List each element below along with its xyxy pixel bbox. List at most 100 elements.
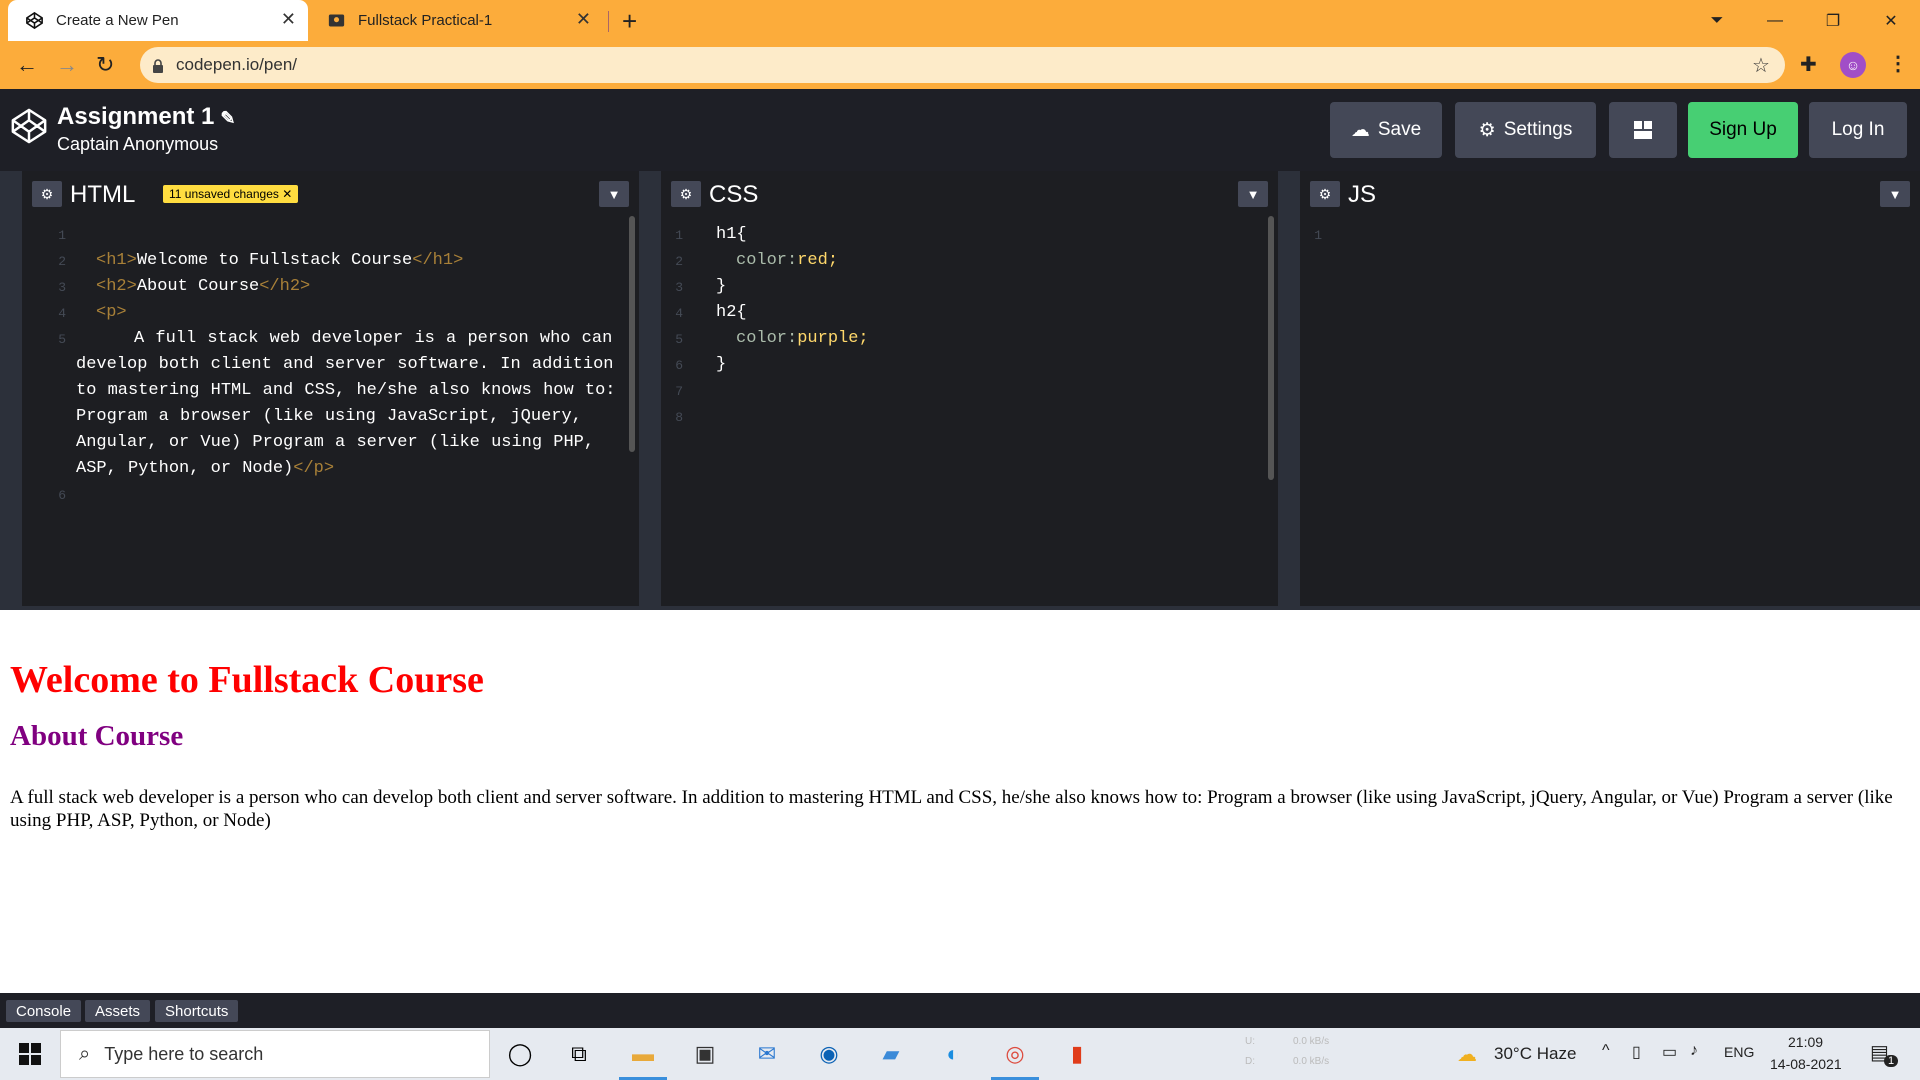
close-window-icon[interactable]: ✕ <box>1862 11 1920 31</box>
browser-menu-icon[interactable]: ⋮ <box>1888 51 1908 76</box>
clock-date[interactable]: 14-08-2021 <box>1770 1056 1842 1072</box>
tab-search-icon[interactable]: ⏷ <box>1688 12 1746 30</box>
pen-title-container[interactable]: Assignment 1 ✎ <box>57 103 235 131</box>
mail-icon[interactable]: ✉ <box>751 1038 783 1070</box>
new-tab-icon[interactable]: + <box>622 6 637 37</box>
net-down-label: D: <box>1245 1056 1255 1067</box>
lock-icon <box>152 58 164 73</box>
line-number: 6 <box>675 358 683 373</box>
preview-pane: Welcome to Fullstack Course About Course… <box>0 628 1920 993</box>
html-editor-scrollbar[interactable] <box>629 216 635 452</box>
edit-pencil-icon[interactable]: ✎ <box>220 108 235 128</box>
battery-icon[interactable]: ▭ <box>1662 1042 1677 1062</box>
chrome-icon[interactable]: ◎ <box>999 1038 1031 1070</box>
css-editor-scrollbar[interactable] <box>1268 216 1274 480</box>
search-placeholder: Type here to search <box>104 1043 264 1064</box>
js-settings-gear-icon[interactable]: ⚙ <box>1310 181 1340 207</box>
preview-heading-2: About Course <box>10 720 184 752</box>
file-explorer-icon[interactable]: ▬ <box>627 1038 659 1070</box>
clock-time[interactable]: 21:09 <box>1788 1034 1823 1050</box>
forward-icon[interactable]: → <box>56 52 78 78</box>
html-code-editor[interactable]: 1 2 3 4 5 6 <h1>Welcome to Fullstack Cou… <box>22 216 639 606</box>
back-icon[interactable]: ← <box>16 52 38 78</box>
close-tab-icon[interactable]: ✕ <box>576 9 591 30</box>
weather-text[interactable]: 30°C Haze <box>1494 1044 1576 1064</box>
taskbar-search-box[interactable]: ⌕ Type here to search <box>60 1030 490 1078</box>
unsaved-changes-badge[interactable]: 11 unsaved changes ✕ <box>163 185 299 203</box>
line-number: 3 <box>675 280 683 295</box>
css-property: color: <box>736 329 798 348</box>
css-settings-gear-icon[interactable]: ⚙ <box>671 181 701 207</box>
extensions-icon[interactable]: ✚ <box>1800 52 1817 77</box>
console-button[interactable]: Console <box>6 1000 82 1022</box>
tab-title: Create a New Pen <box>56 12 179 29</box>
css-code-editor[interactable]: 1 2 3 4 5 6 7 8 h1{ color:red; } h2{ col… <box>661 216 1278 606</box>
profile-avatar[interactable]: ☺ <box>1840 52 1866 78</box>
windows-start-icon[interactable] <box>18 1042 42 1066</box>
app-window-icon[interactable]: ▰ <box>875 1038 907 1070</box>
signup-button[interactable]: Sign Up <box>1688 102 1798 158</box>
css-editor-pane: ⚙ CSS ▼ 1 2 3 4 5 6 7 8 h1{ color:red; }… <box>661 171 1278 606</box>
html-pane-menu-chevron-icon[interactable]: ▼ <box>599 181 629 207</box>
shortcuts-button[interactable]: Shortcuts <box>155 1000 239 1022</box>
css-value: red; <box>797 251 839 270</box>
net-down-speed: 0.0 kB/s <box>1293 1056 1330 1067</box>
device-icon[interactable]: ▯ <box>1632 1042 1641 1062</box>
line-number: 4 <box>58 306 66 321</box>
settings-button[interactable]: ⚙ Settings <box>1455 102 1596 158</box>
change-view-button[interactable] <box>1609 102 1677 158</box>
tray-overflow-icon[interactable]: ^ <box>1602 1042 1610 1060</box>
layout-grid-icon <box>1634 121 1652 139</box>
restore-icon[interactable]: ❐ <box>1804 11 1862 31</box>
reload-icon[interactable]: ↻ <box>96 52 114 78</box>
pen-author: Captain Anonymous <box>57 134 219 154</box>
cortana-icon[interactable]: ◯ <box>504 1038 536 1070</box>
save-button[interactable]: ☁ Save <box>1330 102 1442 158</box>
css-pane-menu-chevron-icon[interactable]: ▼ <box>1238 181 1268 207</box>
code-text: About Course <box>136 277 260 296</box>
line-number: 1 <box>1314 228 1322 243</box>
windows-taskbar: ⌕ Type here to search ◯ ⧉ ▬ ▣ ✉ ◉ ▰ ◐ ◎ … <box>0 1028 1920 1080</box>
line-number: 6 <box>58 488 66 503</box>
url-field[interactable]: codepen.io/pen/ <box>140 47 1785 83</box>
line-number: 2 <box>58 254 66 269</box>
minimize-icon[interactable]: — <box>1746 12 1804 30</box>
codepen-favicon-icon <box>26 12 43 29</box>
assets-button[interactable]: Assets <box>85 1000 151 1022</box>
search-icon: ⌕ <box>79 1042 91 1065</box>
html-editor-pane: ⚙ HTML 11 unsaved changes ✕ ▼ 1 2 3 4 5 … <box>22 171 639 606</box>
language-indicator[interactable]: ENG <box>1724 1044 1754 1060</box>
line-number: 8 <box>675 410 683 425</box>
dell-icon[interactable]: ◉ <box>813 1038 845 1070</box>
css-code-line-3: } <box>716 277 727 296</box>
task-view-icon[interactable]: ⧉ <box>563 1038 595 1070</box>
edge-icon[interactable]: ◐ <box>937 1038 969 1070</box>
tab-create-new-pen[interactable]: Create a New Pen ✕ <box>8 0 308 41</box>
html-code-line-5: A full stack web developer is a person w… <box>76 329 616 478</box>
code-text: A full stack web developer is a person w… <box>76 329 616 478</box>
codepen-logo-icon[interactable] <box>10 107 48 145</box>
bookmark-star-icon[interactable]: ☆ <box>1752 53 1770 78</box>
code-text: Welcome to Fullstack Course <box>136 251 413 270</box>
gear-icon: ⚙ <box>1478 119 1496 141</box>
html-code-line-2: <h1>Welcome to Fullstack Course</h1> <box>96 251 464 270</box>
store-icon[interactable]: ▣ <box>689 1038 721 1070</box>
css-pane-title: CSS <box>709 181 759 208</box>
preview-paragraph: A full stack web developer is a person w… <box>10 787 1893 831</box>
line-number: 1 <box>58 228 66 243</box>
notification-count-badge: 1 <box>1884 1055 1899 1067</box>
line-number: 3 <box>58 280 66 295</box>
js-pane-title: JS <box>1348 181 1377 208</box>
js-code-editor[interactable]: 1 <box>1300 216 1920 606</box>
html-settings-gear-icon[interactable]: ⚙ <box>32 181 62 207</box>
js-pane-menu-chevron-icon[interactable]: ▼ <box>1880 181 1910 207</box>
weather-icon[interactable]: ☁ <box>1457 1042 1477 1067</box>
css-value: purple; <box>797 329 869 348</box>
close-tab-icon[interactable]: ✕ <box>281 9 296 30</box>
office-icon[interactable]: ▮ <box>1061 1038 1093 1070</box>
volume-icon[interactable]: ♪ <box>1690 1042 1698 1060</box>
js-editor-pane: ⚙ JS ▼ 1 <box>1300 171 1920 606</box>
login-button[interactable]: Log In <box>1809 102 1907 158</box>
codepen-footer: Console Assets Shortcuts <box>0 993 1920 1028</box>
tab-fullstack-practical[interactable]: Fullstack Practical-1 ✕ <box>313 0 603 41</box>
